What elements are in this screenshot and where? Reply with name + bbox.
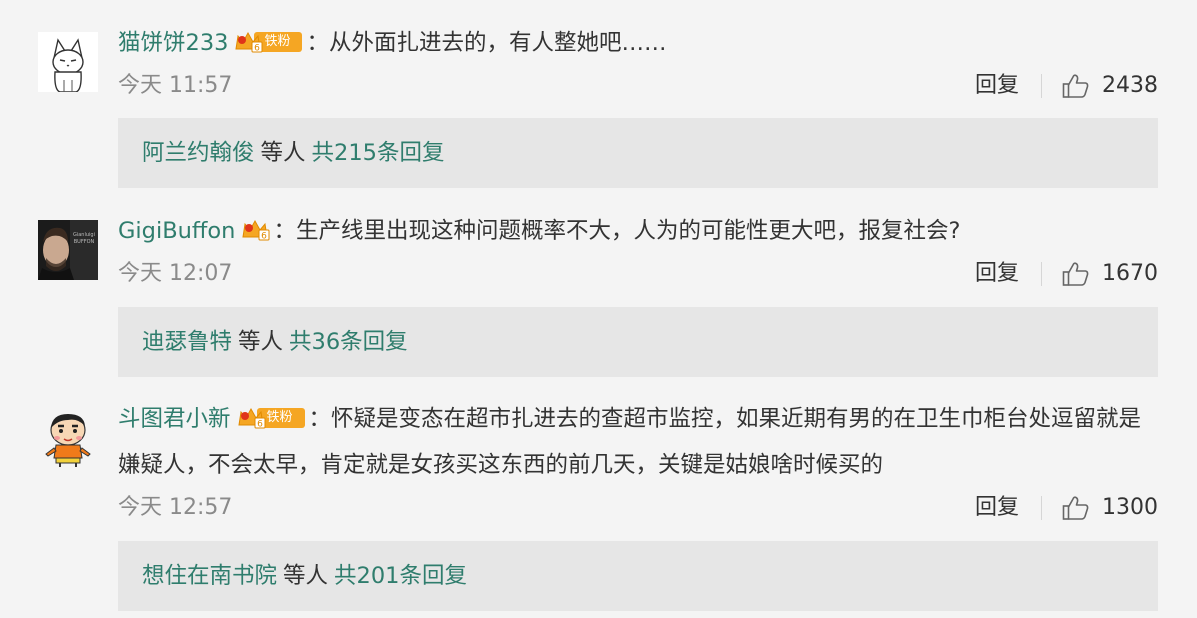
badge-label: 铁粉	[264, 34, 291, 49]
reply-user-link[interactable]: 想住在南书院	[142, 563, 277, 589]
avatar[interactable]	[38, 408, 98, 468]
divider	[1041, 74, 1042, 98]
comment-actions: 回复 2438	[975, 71, 1158, 101]
reply-etc-text: 等人	[238, 329, 284, 355]
username-link[interactable]: 猫饼饼233	[118, 30, 228, 56]
svg-text:6: 6	[262, 232, 268, 242]
thumbs-up-icon[interactable]	[1062, 261, 1090, 287]
reply-button[interactable]: 回复	[975, 493, 1019, 523]
svg-text:BUFFON: BUFFON	[74, 239, 95, 245]
reply-summary: 想住在南书院 等人 共201条回复	[142, 541, 467, 611]
crayon-shinchan-avatar-icon	[38, 408, 98, 468]
svg-text:Gianluigi: Gianluigi	[73, 232, 95, 238]
like-count: 1670	[1102, 261, 1158, 286]
reply-summary: 阿兰约翰俊 等人 共215条回复	[142, 118, 444, 188]
reply-summary-box[interactable]: 阿兰约翰俊 等人 共215条回复	[118, 118, 1158, 188]
reply-summary-box[interactable]: 迪瑟鲁特 等人 共36条回复	[118, 307, 1158, 377]
reply-user-link[interactable]: 阿兰约翰俊	[142, 140, 255, 166]
reply-button[interactable]: 回复	[975, 71, 1019, 101]
thumbs-up-icon[interactable]	[1062, 495, 1090, 521]
reply-total-link[interactable]: 共215条回复	[312, 140, 445, 166]
like-count: 2438	[1102, 73, 1158, 98]
badge-label: 铁粉	[266, 410, 293, 425]
avatar[interactable]: Gianluigi BUFFON	[38, 220, 98, 280]
comment-actions: 回复 1300	[975, 493, 1158, 523]
cat-avatar-icon	[38, 32, 98, 92]
avatar[interactable]	[38, 32, 98, 92]
reply-summary-box[interactable]: 想住在南书院 等人 共201条回复	[118, 541, 1158, 611]
divider	[1041, 496, 1042, 520]
reply-total-link[interactable]: 共36条回复	[289, 329, 408, 355]
thumbs-up-icon[interactable]	[1062, 73, 1090, 99]
fan-badge[interactable]: 6 铁粉	[237, 405, 307, 431]
fan-badge[interactable]: 6 铁粉	[234, 29, 304, 55]
reply-etc-text: 等人	[283, 563, 329, 589]
reply-summary: 迪瑟鲁特 等人 共36条回复	[142, 307, 408, 377]
colon: ：	[306, 30, 329, 56]
crown-fan-badge-icon: 6	[242, 219, 270, 242]
comment-meta: 今天 11:57 回复 2438	[118, 71, 1158, 101]
svg-text:6: 6	[257, 420, 263, 430]
divider	[1041, 262, 1042, 286]
svg-text:6: 6	[255, 44, 261, 54]
timestamp: 今天 12:57	[118, 495, 233, 520]
man-portrait-avatar-icon: Gianluigi BUFFON	[38, 220, 98, 280]
timestamp: 今天 12:07	[118, 261, 233, 286]
comment-content: 从外面扎进去的，有人整她吧……	[328, 30, 667, 56]
timestamp: 今天 11:57	[118, 73, 233, 98]
colon: ：	[308, 406, 332, 432]
comment-actions: 回复 1670	[975, 259, 1158, 289]
reply-user-link[interactable]: 迪瑟鲁特	[142, 329, 232, 355]
fan-badge[interactable]: 6	[241, 217, 271, 243]
comment-meta: 今天 12:57 回复 1300	[118, 493, 1158, 523]
comment-text-block: GigiBuffon 6 ：生产线里出现这种问题概率不大，人为的可能性更大吧，报…	[118, 208, 1158, 254]
comment-content: 生产线里出现这种问题概率不大，人为的可能性更大吧，报复社会?	[295, 218, 961, 244]
reply-button[interactable]: 回复	[975, 259, 1019, 289]
username-link[interactable]: 斗图君小新	[118, 406, 231, 432]
reply-etc-text: 等人	[260, 140, 306, 166]
comment-text-block: 猫饼饼233 6 铁粉 ：从外面扎进去的，有人整她吧……	[118, 20, 1158, 66]
colon: ：	[273, 218, 296, 244]
comment-text-block: 斗图君小新 6 铁粉 ：怀疑是变态在超市扎进去的查超市监控，如果近期有男的在卫生…	[118, 396, 1158, 488]
username-link[interactable]: GigiBuffon	[118, 218, 235, 244]
like-count: 1300	[1102, 495, 1158, 520]
comment-meta: 今天 12:07 回复 1670	[118, 259, 1158, 289]
reply-total-link[interactable]: 共201条回复	[334, 563, 467, 589]
